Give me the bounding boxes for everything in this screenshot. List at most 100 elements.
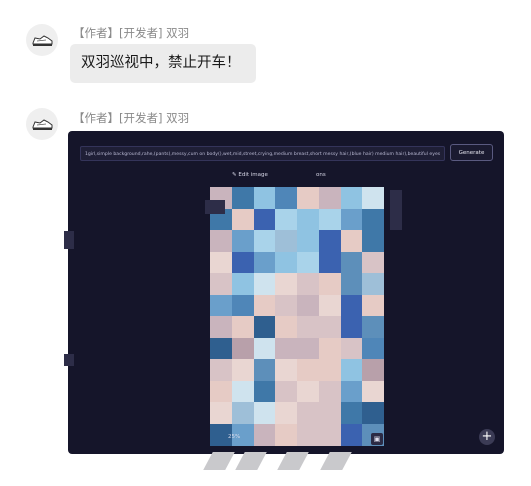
mosaic-pixel	[340, 208, 363, 231]
mosaic-pixel	[253, 230, 276, 252]
sneaker-icon	[32, 119, 53, 130]
mosaic-pixel	[362, 402, 385, 424]
mosaic-pixel	[275, 230, 298, 252]
mosaic-pixel	[253, 251, 276, 274]
mosaic-pixel	[231, 273, 254, 295]
mosaic-pixel	[318, 208, 341, 231]
mosaic-pixel	[340, 230, 363, 252]
mosaic-fragment	[64, 231, 74, 249]
mosaic-pixel	[275, 337, 298, 360]
mosaic-pixel	[340, 294, 363, 317]
mosaic-pixel	[340, 380, 363, 403]
mosaic-pixel	[297, 251, 319, 274]
mosaic-pixel	[253, 294, 276, 317]
mosaic-pixel	[210, 316, 232, 338]
mosaic-pixel	[362, 316, 385, 338]
mosaic-pixel	[297, 316, 319, 338]
mosaic-pixel	[253, 273, 276, 295]
mosaic-pixel	[275, 423, 298, 446]
mosaic-pixel	[318, 380, 341, 403]
mosaic-pixel	[362, 273, 385, 295]
sender-name: 【作者】[开发者] 双羽	[73, 26, 190, 40]
mosaic-fragment	[320, 452, 352, 470]
mosaic-pixel	[318, 187, 341, 209]
avatar[interactable]	[26, 108, 58, 140]
mosaic-pixel	[297, 423, 319, 446]
mosaic-pixel	[253, 337, 276, 360]
mosaic-pixel	[253, 208, 276, 231]
mosaic-pixel	[231, 230, 254, 252]
mosaic-pixel	[318, 230, 341, 252]
mosaic-pixel	[340, 359, 363, 381]
mosaic-pixel	[231, 402, 254, 424]
edit-image-tool: ✎ Edit image	[232, 172, 268, 178]
mosaic-pixel	[362, 230, 385, 252]
mosaic-pixel	[318, 337, 341, 360]
mosaic-pixel	[318, 273, 341, 295]
mosaic-pixel	[275, 208, 298, 231]
mosaic-pixel	[231, 337, 254, 360]
mosaic-pixel	[362, 359, 385, 381]
mosaic-pixel	[318, 251, 341, 274]
avatar[interactable]	[26, 24, 58, 56]
save-icon: ▣	[371, 433, 383, 445]
mosaic-pixel	[275, 359, 298, 381]
mosaic-pixel	[231, 380, 254, 403]
zoom-label: 25%	[228, 434, 241, 440]
mosaic-fragment	[235, 452, 267, 470]
mosaic-pixel	[253, 316, 276, 338]
plus-icon: +	[479, 429, 495, 445]
mosaic-pixel	[318, 423, 341, 446]
mosaic-pixel	[275, 273, 298, 295]
mosaic-pixel	[253, 423, 276, 446]
mosaic-fragment	[277, 452, 309, 470]
generate-button: Generate	[450, 144, 493, 161]
mosaic-pixel	[297, 402, 319, 424]
mosaic-pixel	[297, 273, 319, 295]
mosaic-pixel	[318, 402, 341, 424]
mosaic-pixel	[362, 294, 385, 317]
options-tool: ons	[316, 172, 326, 178]
mosaic-pixel	[253, 380, 276, 403]
mosaic-pixel	[275, 402, 298, 424]
screenshot-image[interactable]: 1girl,simple background,rahe,(pants),mes…	[68, 131, 504, 454]
mosaic-pixel	[318, 294, 341, 317]
mosaic-fragment	[64, 354, 74, 366]
mosaic-pixel	[253, 359, 276, 381]
mosaic-pixel	[253, 402, 276, 424]
mosaic-pixel	[297, 208, 319, 231]
mosaic-pixel	[340, 316, 363, 338]
mosaic-pixel	[275, 380, 298, 403]
mosaic-pixel	[210, 273, 232, 295]
mosaic-pixel	[340, 423, 363, 446]
mosaic-pixel	[231, 359, 254, 381]
mosaic-pixel	[297, 337, 319, 360]
mosaic-pixel	[297, 359, 319, 381]
mosaic-pixel	[210, 380, 232, 403]
mosaic-pixel	[210, 402, 232, 424]
mosaic-pixel	[340, 251, 363, 274]
mosaic-pixel	[275, 251, 298, 274]
mosaic-pixel	[210, 251, 232, 274]
mosaic-pixel	[362, 337, 385, 360]
mosaic-pixel	[362, 208, 385, 231]
mosaic-pixel	[210, 359, 232, 381]
mosaic-pixel	[275, 294, 298, 317]
prompt-input: 1girl,simple background,rahe,(pants),mes…	[80, 146, 445, 161]
mosaic-pixel	[231, 294, 254, 317]
mosaic-fragment	[203, 452, 235, 470]
mosaic-pixel	[362, 380, 385, 403]
mosaic-pixel	[362, 187, 385, 209]
mosaic-fragment	[390, 190, 402, 230]
mosaic-pixel	[318, 359, 341, 381]
mosaic-pixel	[297, 380, 319, 403]
mosaic-pixel	[231, 187, 254, 209]
mosaic-pixel	[275, 316, 298, 338]
pencil-icon: ✎	[232, 172, 237, 178]
mosaic-fragment	[205, 200, 225, 214]
mosaic-pixel	[340, 337, 363, 360]
mosaic-pixel	[362, 251, 385, 274]
mosaic-pixel	[340, 187, 363, 209]
mosaic-pixel	[231, 316, 254, 338]
message-bubble: 双羽巡视中，禁止开车！	[70, 44, 256, 83]
